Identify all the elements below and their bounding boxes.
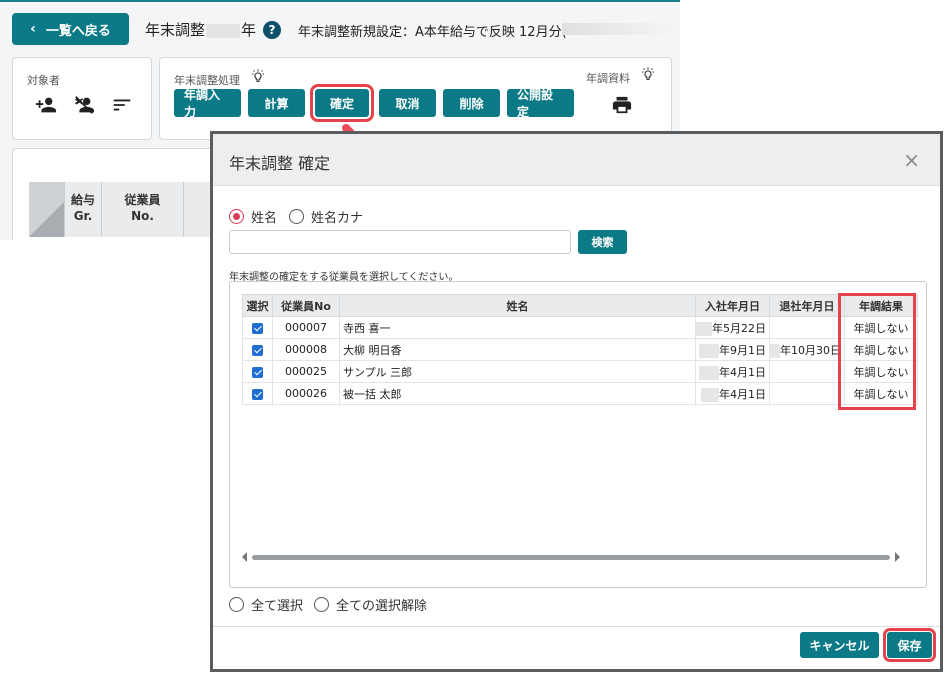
checkbox-checked-icon[interactable]: [252, 388, 263, 400]
cell-leave-date: [769, 382, 845, 405]
table-row[interactable]: 000025 サンプル 三郎 年4月1日 年調しない: [242, 360, 918, 383]
select-all-corner[interactable]: [29, 182, 64, 237]
redacted-year: [699, 365, 719, 380]
filter-list-icon[interactable]: [111, 94, 133, 116]
redacted-year: [699, 343, 719, 358]
column-header-employee-no: 従業員 No.: [101, 182, 183, 237]
radio-unselected-icon[interactable]: [229, 597, 244, 612]
cell-name: サンプル 三郎: [339, 360, 696, 383]
column-header-name[interactable]: 姓名: [339, 294, 696, 317]
select-all-option[interactable]: 全て選択: [229, 595, 303, 614]
help-icon[interactable]: ?: [263, 21, 281, 39]
table-header-row: 選択 従業員No 姓名 入社年月日 退社年月日 年調結果: [242, 294, 918, 317]
column-header-leave-date[interactable]: 退社年月日: [769, 294, 845, 317]
cell-name: 大柳 明日香: [339, 338, 696, 361]
cell-result: 年調しない: [844, 382, 918, 405]
cell-leave-date: 年10月30日: [780, 343, 841, 357]
cell-leave-date: [769, 316, 845, 339]
column-header-group: 給与 Gr.: [64, 182, 101, 237]
page-title: 年末調整年: [145, 21, 257, 39]
employee-table: 選択 従業員No 姓名 入社年月日 退社年月日 年調結果 000007 寺西 喜…: [242, 294, 918, 405]
cell-result: 年調しない: [844, 338, 918, 361]
cell-employee-no: 000026: [272, 382, 340, 405]
deselect-all-option[interactable]: 全ての選択解除: [314, 595, 427, 614]
save-button[interactable]: 保存: [883, 628, 936, 662]
table-row[interactable]: 000026 被一括 太郎 年4月1日 年調しない: [242, 382, 918, 405]
year-end-input-button[interactable]: 年調入力: [174, 88, 241, 119]
table-row[interactable]: 000007 寺西 喜一 年5月22日 年調しない: [242, 316, 918, 339]
delete-button[interactable]: 削除: [443, 89, 500, 117]
radio-name-option[interactable]: 姓名: [229, 207, 277, 226]
cell-employee-no: 000007: [272, 316, 340, 339]
search-input[interactable]: [229, 230, 571, 254]
horizontal-scrollbar[interactable]: [242, 552, 900, 562]
confirm-button[interactable]: 確定: [310, 84, 374, 122]
column-header-select[interactable]: 選択: [242, 294, 273, 317]
cell-employee-no: 000025: [272, 360, 340, 383]
redacted-year: [701, 387, 719, 402]
lightbulb-icon: [642, 67, 654, 81]
cancel-button[interactable]: キャンセル: [800, 632, 879, 658]
cell-join-date: 年9月1日: [719, 343, 766, 357]
radio-kana-option[interactable]: 姓名カナ: [289, 207, 363, 226]
dialog-title: 年末調整 確定: [229, 154, 331, 173]
setting-description: 年末調整新規設定：A本年給与で反映 12月分(: [298, 25, 567, 40]
print-icon[interactable]: [611, 95, 633, 115]
checkbox-checked-icon[interactable]: [252, 322, 263, 334]
publish-settings-button[interactable]: 公開設定: [507, 88, 574, 119]
column-header-employee-no[interactable]: 従業員No: [272, 294, 340, 317]
radio-unselected-icon[interactable]: [314, 597, 329, 612]
checkbox-checked-icon[interactable]: [252, 344, 263, 356]
checkbox-checked-icon[interactable]: [252, 366, 263, 378]
radio-unselected-icon[interactable]: [289, 209, 304, 224]
lightbulb-icon: [252, 69, 264, 83]
cell-name: 寺西 喜一: [339, 316, 696, 339]
close-icon[interactable]: ×: [903, 148, 920, 172]
scrollbar-thumb[interactable]: [252, 555, 890, 560]
top-accent-line: [0, 0, 680, 2]
radio-selected-icon[interactable]: [229, 209, 244, 224]
table-row[interactable]: 000008 大柳 明日香 年9月1日 年10月30日 年調しない: [242, 338, 918, 361]
target-label: 対象者: [27, 74, 60, 87]
redacted-year: [770, 343, 780, 358]
column-header-join-date[interactable]: 入社年月日: [695, 294, 770, 317]
scroll-left-arrow-icon[interactable]: [242, 552, 247, 562]
cell-leave-date: [769, 360, 845, 383]
redacted-setting: [562, 23, 677, 35]
cell-result: 年調しない: [844, 316, 918, 339]
target-panel: 対象者: [12, 57, 152, 140]
redacted-year: [206, 23, 241, 38]
cell-name: 被一括 太郎: [339, 382, 696, 405]
dialog-header: 年末調整 確定 ×: [213, 134, 940, 186]
process-panel: 年末調整処理 年調資料 年調入力 計算 確定 取消 削除 公開設定: [159, 57, 672, 140]
column-header-result[interactable]: 年調結果: [844, 294, 918, 317]
calculate-button[interactable]: 計算: [248, 89, 305, 117]
add-person-icon[interactable]: [35, 94, 57, 116]
confirm-dialog: 年末調整 確定 × 姓名 姓名カナ 検索 年末調整の確定をする従業員を選択してく…: [210, 131, 943, 672]
cell-join-date: 年4月1日: [719, 365, 766, 379]
cell-employee-no: 000008: [272, 338, 340, 361]
cell-join-date: 年4月1日: [719, 387, 766, 401]
back-to-list-button[interactable]: ‹ 一覧へ戻る: [12, 13, 129, 45]
redacted-year: [696, 321, 712, 336]
cell-join-date: 年5月22日: [712, 321, 766, 335]
docs-label: 年調資料: [586, 72, 630, 85]
scroll-right-arrow-icon[interactable]: [895, 552, 900, 562]
employee-grid: 選択 従業員No 姓名 入社年月日 退社年月日 年調結果 000007 寺西 喜…: [229, 281, 927, 588]
chevron-left-icon: ‹: [30, 21, 36, 37]
search-button[interactable]: 検索: [578, 230, 627, 254]
cell-result: 年調しない: [844, 360, 918, 383]
dialog-footer: キャンセル 保存: [213, 626, 940, 669]
table-header: 給与 Gr. 従業員 No.: [29, 182, 213, 237]
cancel-process-button[interactable]: 取消: [379, 89, 436, 117]
remove-person-icon[interactable]: [73, 94, 95, 116]
back-button-label: 一覧へ戻る: [45, 23, 111, 39]
column-header-partial: [183, 182, 213, 237]
